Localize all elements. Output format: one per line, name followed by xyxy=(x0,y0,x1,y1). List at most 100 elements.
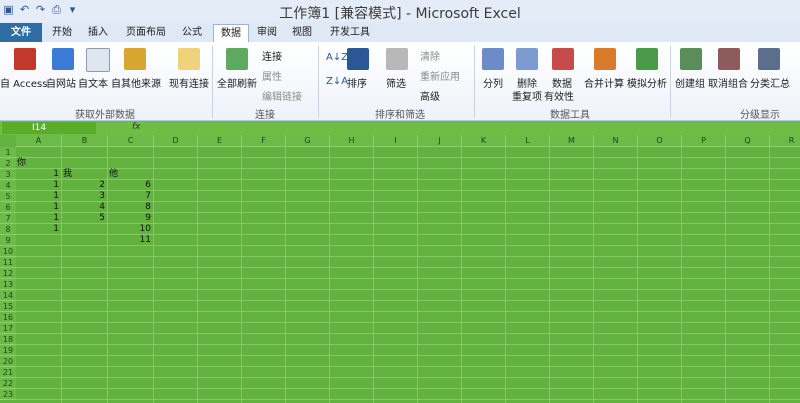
column-header-N[interactable]: N xyxy=(594,135,638,147)
tab-developer[interactable]: 开发工具 xyxy=(326,24,374,41)
tab-view[interactable]: 视图 xyxy=(288,24,316,41)
cell-C4[interactable]: 6 xyxy=(109,180,151,191)
column-header-O[interactable]: O xyxy=(638,135,682,147)
cell-B3[interactable]: 我 xyxy=(63,169,105,180)
cell-B7[interactable]: 5 xyxy=(63,213,105,224)
tab-page-layout[interactable]: 页面布局 xyxy=(120,24,172,41)
clear-button[interactable]: 清除 xyxy=(420,48,440,63)
cell-C6[interactable]: 8 xyxy=(109,202,151,213)
row-header-11[interactable]: 11 xyxy=(0,257,16,268)
row-header-2[interactable]: 2 xyxy=(0,158,16,169)
cell-A2[interactable]: 你 xyxy=(17,158,59,169)
row-header-17[interactable]: 17 xyxy=(0,323,16,334)
cell-C7[interactable]: 9 xyxy=(109,213,151,224)
filter-button[interactable]: 筛选 xyxy=(386,75,406,90)
existing-connections-button[interactable]: 现有连接 xyxy=(169,75,209,90)
edit-links-button[interactable]: 编辑链接 xyxy=(262,88,302,103)
what-if-analysis-button[interactable]: 模拟分析 xyxy=(627,75,667,90)
row-header-12[interactable]: 12 xyxy=(0,268,16,279)
from-access-button[interactable]: 自 Access xyxy=(0,75,47,90)
row-header-21[interactable]: 21 xyxy=(0,367,16,378)
sort-az-icon[interactable]: A↓Z xyxy=(326,52,348,63)
subtotal-icon xyxy=(758,48,780,70)
cell-C8[interactable]: 10 xyxy=(109,224,151,235)
cell-B6[interactable]: 4 xyxy=(63,202,105,213)
sort-button[interactable]: 排序 xyxy=(347,75,367,90)
data-validation-label-2[interactable]: 有效性 xyxy=(544,88,574,103)
column-header-J[interactable]: J xyxy=(418,135,462,147)
cell-A7[interactable]: 1 xyxy=(17,213,59,224)
group-button[interactable]: 创建组 xyxy=(675,75,705,90)
tab-review[interactable]: 审阅 xyxy=(253,24,281,41)
consolidate-button[interactable]: 合并计算 xyxy=(584,75,624,90)
cell-B4[interactable]: 2 xyxy=(63,180,105,191)
column-header-K[interactable]: K xyxy=(462,135,506,147)
cell-A8[interactable]: 1 xyxy=(17,224,59,235)
from-other-sources-button[interactable]: 自其他来源 xyxy=(111,75,161,90)
row-header-7[interactable]: 7 xyxy=(0,213,16,224)
sort-za-icon[interactable]: Z↓A xyxy=(326,76,348,87)
cell-A4[interactable]: 1 xyxy=(17,180,59,191)
row-header-13[interactable]: 13 xyxy=(0,279,16,290)
fx-icon[interactable]: fx xyxy=(132,122,141,132)
column-header-Q[interactable]: Q xyxy=(726,135,770,147)
row-header-10[interactable]: 10 xyxy=(0,246,16,257)
column-header-B[interactable]: B xyxy=(62,135,108,147)
row-header-1[interactable]: 1 xyxy=(0,147,16,158)
tab-data[interactable]: 数据 xyxy=(213,24,249,42)
column-header-A[interactable]: A xyxy=(16,135,62,147)
cell-A5[interactable]: 1 xyxy=(17,191,59,202)
column-header-L[interactable]: L xyxy=(506,135,550,147)
row-header-9[interactable]: 9 xyxy=(0,235,16,246)
refresh-all-button[interactable]: 全部刷新 xyxy=(217,75,257,90)
cell-C3[interactable]: 他 xyxy=(109,169,151,180)
tab-home[interactable]: 开始 xyxy=(48,24,76,41)
row-header-18[interactable]: 18 xyxy=(0,334,16,345)
row-header-20[interactable]: 20 xyxy=(0,356,16,367)
column-header-H[interactable]: H xyxy=(330,135,374,147)
row-header-3[interactable]: 3 xyxy=(0,169,16,180)
worksheet-grid[interactable]: A B C D E F G H I J K L M N O P Q R 1 2 3 4 5 6 7 8 9 10 11 12 13 14 15 1… xyxy=(0,135,800,403)
row-header-23[interactable]: 23 xyxy=(0,389,16,400)
reapply-button[interactable]: 重新应用 xyxy=(420,68,460,83)
ungroup-button[interactable]: 取消组合 xyxy=(708,75,748,90)
cell-A6[interactable]: 1 xyxy=(17,202,59,213)
name-box[interactable]: I14 xyxy=(2,122,96,134)
remove-duplicates-label-2[interactable]: 重复项 xyxy=(512,88,542,103)
properties-button[interactable]: 属性 xyxy=(262,68,282,83)
column-header-R[interactable]: R xyxy=(770,135,800,147)
from-web-button[interactable]: 自网站 xyxy=(46,75,76,90)
row-header-16[interactable]: 16 xyxy=(0,312,16,323)
from-text-button[interactable]: 自文本 xyxy=(78,75,108,90)
row-header-5[interactable]: 5 xyxy=(0,191,16,202)
row-header-22[interactable]: 22 xyxy=(0,378,16,389)
cell-C9[interactable]: 11 xyxy=(109,235,151,246)
text-to-columns-button[interactable]: 分列 xyxy=(483,75,503,90)
row-header-19[interactable]: 19 xyxy=(0,345,16,356)
row-header-14[interactable]: 14 xyxy=(0,290,16,301)
tab-insert[interactable]: 插入 xyxy=(84,24,112,41)
row-header-8[interactable]: 8 xyxy=(0,224,16,235)
column-header-E[interactable]: E xyxy=(198,135,242,147)
column-header-D[interactable]: D xyxy=(154,135,198,147)
grid-line xyxy=(637,147,638,403)
column-header-C[interactable]: C xyxy=(108,135,154,147)
row-header-6[interactable]: 6 xyxy=(0,202,16,213)
advanced-button[interactable]: 高级 xyxy=(420,88,440,103)
cell-B5[interactable]: 3 xyxy=(63,191,105,202)
grid-line xyxy=(681,147,682,403)
row-header-4[interactable]: 4 xyxy=(0,180,16,191)
column-header-I[interactable]: I xyxy=(374,135,418,147)
column-header-F[interactable]: F xyxy=(242,135,286,147)
grid-line xyxy=(61,147,62,403)
cell-C5[interactable]: 7 xyxy=(109,191,151,202)
tab-formulas[interactable]: 公式 xyxy=(178,24,206,41)
column-header-M[interactable]: M xyxy=(550,135,594,147)
row-header-15[interactable]: 15 xyxy=(0,301,16,312)
connections-button[interactable]: 连接 xyxy=(262,48,282,63)
column-header-P[interactable]: P xyxy=(682,135,726,147)
tab-file[interactable]: 文件 xyxy=(0,23,42,42)
cell-A3[interactable]: 1 xyxy=(17,169,59,180)
column-header-G[interactable]: G xyxy=(286,135,330,147)
subtotal-button[interactable]: 分类汇总 xyxy=(750,75,790,90)
